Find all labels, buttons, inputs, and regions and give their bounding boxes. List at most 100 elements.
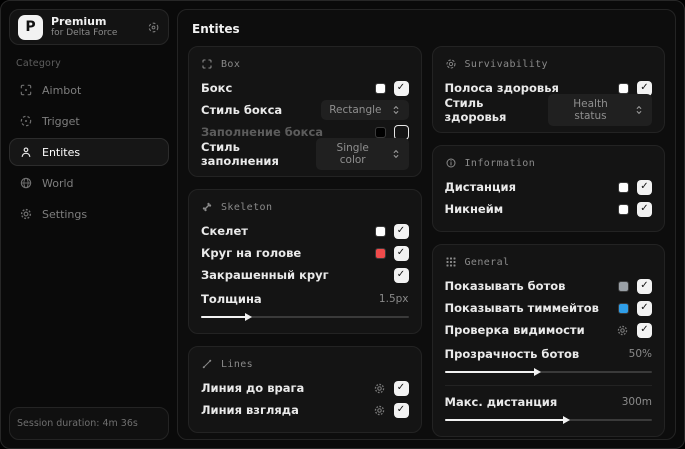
setting-row: Линия до врага ✓	[201, 377, 409, 399]
sync-icon[interactable]	[147, 21, 160, 34]
section-title: Survivability	[464, 58, 548, 70]
checkbox[interactable]: ✓	[393, 80, 409, 96]
color-swatch[interactable]	[618, 302, 629, 314]
setting-row: Круг на голове ✓	[201, 242, 409, 264]
page-title: Entites	[192, 22, 240, 36]
brand-card: P Premium for Delta Force	[9, 9, 169, 45]
color-swatch[interactable]	[618, 280, 629, 292]
setting-row: Бокс ✓	[201, 77, 409, 99]
sidebar-item-settings[interactable]: Settings	[9, 200, 169, 228]
setting-label: Прозрачность ботов	[444, 347, 580, 361]
select-value: Single color	[336, 142, 369, 166]
setting-label: Скелет	[201, 224, 248, 238]
setting-row: Закрашенный круг ✓	[201, 264, 409, 286]
check-icon: ✓	[640, 203, 649, 214]
sidebar-item-label: Aimbot	[42, 83, 82, 97]
left-column: Box Бокс ✓ Стиль бокса Rectangle Заполне…	[188, 46, 422, 433]
color-swatch[interactable]	[374, 225, 386, 237]
color-swatch[interactable]	[374, 82, 386, 94]
color-swatch[interactable]	[618, 82, 629, 94]
setting-label: Показывать ботов	[444, 279, 566, 293]
check-icon: ✓	[396, 404, 406, 415]
box-brackets-icon	[201, 58, 213, 70]
row-settings-icon[interactable]	[616, 324, 629, 337]
checkbox[interactable]: ✓	[393, 245, 409, 261]
checkbox[interactable]: ✓	[637, 322, 652, 338]
entities-icon	[19, 145, 33, 159]
checkbox[interactable]: ✓	[637, 179, 652, 195]
sidebar-item-entites[interactable]: Entites	[9, 138, 169, 166]
setting-label: Линия до врага	[201, 381, 305, 395]
check-icon: ✓	[640, 181, 649, 192]
sidebar-item-aimbot[interactable]: Aimbot	[9, 76, 169, 104]
health-style-select[interactable]: Health status	[548, 94, 652, 126]
max-distance-slider-group: Макс. дистанция 300m	[444, 392, 652, 425]
thickness-slider[interactable]	[201, 312, 409, 322]
slider-thumb[interactable]	[562, 416, 570, 424]
checkbox[interactable]: ✓	[393, 402, 409, 418]
slider-thumb[interactable]	[244, 313, 252, 321]
session-duration: Session duration: 4m 36s	[9, 407, 169, 440]
check-icon: ✓	[640, 302, 649, 313]
crosshair-icon	[19, 83, 33, 97]
check-icon: ✓	[640, 280, 649, 291]
bot-opacity-slider[interactable]	[444, 367, 652, 377]
row-settings-icon[interactable]	[373, 382, 386, 395]
sidebar-item-world[interactable]: World	[9, 169, 169, 197]
check-icon: ✓	[396, 247, 406, 258]
color-swatch[interactable]	[374, 126, 386, 138]
general-section: General Показывать ботов ✓ Показывать ти…	[431, 244, 665, 437]
setting-label: Дистанция	[444, 180, 516, 194]
sidebar-item-trigget[interactable]: Trigget	[9, 107, 169, 135]
color-swatch[interactable]	[374, 247, 386, 259]
checkbox[interactable]: ✓	[637, 278, 652, 294]
check-icon: ✓	[396, 82, 406, 93]
setting-row: Стиль заполнения Single color	[201, 138, 409, 170]
section-title: Information	[464, 157, 536, 169]
setting-label: Линия взгляда	[201, 403, 299, 417]
section-title: General	[464, 256, 510, 268]
brand-subtitle: for Delta Force	[51, 28, 118, 39]
slider-fill	[444, 371, 536, 373]
checkbox[interactable]: ✓	[393, 223, 409, 239]
box-section: Box Бокс ✓ Стиль бокса Rectangle Заполне…	[188, 46, 422, 177]
max-distance-slider[interactable]	[444, 415, 652, 425]
check-icon: ✓	[396, 269, 406, 280]
color-swatch[interactable]	[618, 203, 629, 215]
slider-fill	[444, 419, 565, 421]
setting-row: Скелет ✓	[201, 220, 409, 242]
app-window: P Premium for Delta Force Category Aimbo…	[0, 0, 685, 449]
color-swatch[interactable]	[618, 181, 629, 193]
checkbox[interactable]: ✓	[393, 380, 409, 396]
unfold-icon	[391, 105, 401, 115]
information-section: Information Дистанция ✓ Никнейм ✓	[431, 145, 665, 232]
setting-row: Никнейм ✓	[445, 198, 652, 220]
sidebar-item-label: World	[42, 176, 74, 190]
setting-label: Стиль заполнения	[201, 140, 279, 168]
section-title: Box	[221, 58, 241, 70]
checkbox[interactable]: ✓	[393, 267, 409, 283]
sidebar: P Premium for Delta Force Category Aimbo…	[9, 9, 169, 440]
checkbox[interactable]: ✓	[637, 201, 652, 217]
thickness-slider-group: Толщина 1.5px	[201, 289, 409, 322]
session-duration-text: Session duration: 4m 36s	[17, 418, 138, 429]
setting-label: Заполнение бокса	[201, 125, 324, 139]
setting-label: Закрашенный круг	[201, 268, 329, 282]
brand-name: Premium	[51, 14, 107, 28]
row-settings-icon[interactable]	[373, 404, 386, 417]
slider-thumb[interactable]	[533, 368, 541, 376]
skeleton-section: Skeleton Скелет ✓ Круг на голове ✓ Закра…	[188, 189, 422, 334]
grid-icon	[445, 256, 457, 268]
bot-opacity-slider-group: Прозрачность ботов 50%	[444, 344, 652, 377]
fill-style-select[interactable]: Single color	[315, 138, 409, 170]
box-style-select[interactable]: Rectangle	[321, 100, 409, 120]
setting-label: Стиль здоровья	[444, 96, 507, 124]
check-icon: ✓	[396, 225, 406, 236]
unfold-icon	[391, 149, 401, 159]
setting-label: Круг на голове	[201, 246, 302, 260]
slider-fill	[201, 316, 247, 318]
check-icon: ✓	[396, 382, 406, 393]
checkbox[interactable]: ✓	[637, 300, 652, 316]
setting-label: Толщина	[201, 292, 262, 306]
setting-label: Показывать тиммейтов	[444, 301, 599, 315]
